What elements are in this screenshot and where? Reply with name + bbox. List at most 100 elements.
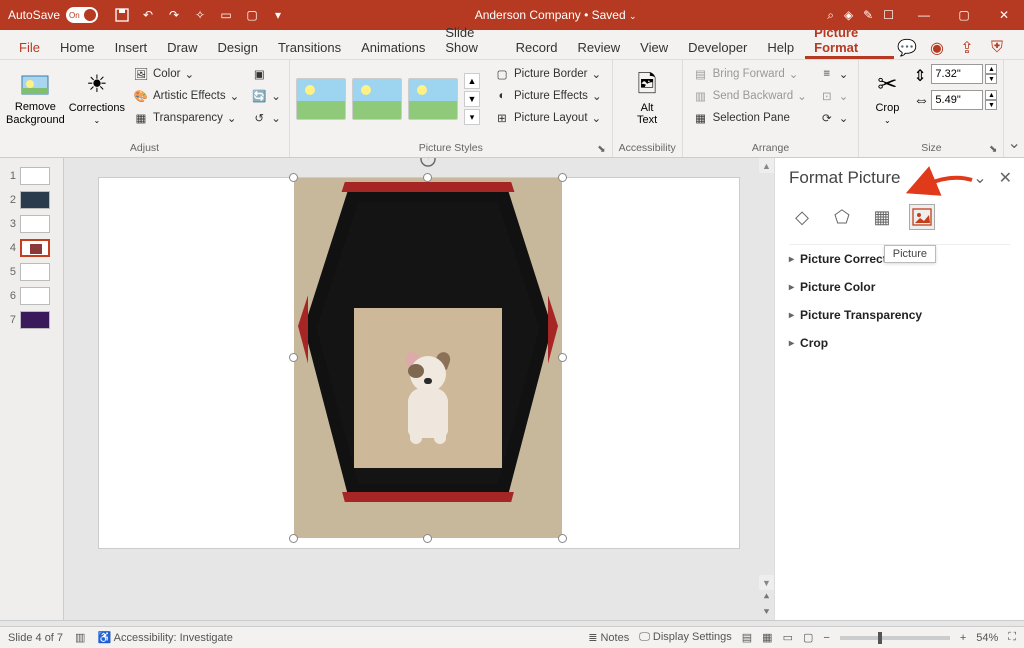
resize-handle[interactable]	[558, 173, 567, 182]
thumb-1[interactable]: 1	[0, 164, 63, 188]
group-button[interactable]: ⊡⌄	[815, 86, 853, 106]
style-thumb[interactable]	[352, 78, 402, 120]
redo-icon[interactable]: ↷	[166, 7, 182, 23]
thumb-6[interactable]: 6	[0, 284, 63, 308]
tab-home[interactable]: Home	[51, 34, 104, 59]
compress-pictures-button[interactable]: ▣	[247, 64, 285, 84]
tab-design[interactable]: Design	[209, 34, 267, 59]
section-crop[interactable]: ▸Crop	[789, 329, 1010, 357]
thumb-2[interactable]: 2	[0, 188, 63, 212]
resize-handle[interactable]	[558, 534, 567, 543]
vertical-scrollbar[interactable]: ▲ ▼ ⯅⯆	[759, 158, 774, 620]
width-down-icon[interactable]: ▼	[985, 100, 997, 110]
share-icon[interactable]: ⇪	[956, 37, 978, 59]
section-picture-transparency[interactable]: ▸Picture Transparency	[789, 301, 1010, 329]
undo-icon[interactable]: ↶	[140, 7, 156, 23]
autosave[interactable]: AutoSave On	[0, 7, 106, 23]
pane-options-icon[interactable]: ⌄	[973, 168, 986, 188]
tab-file[interactable]: File	[10, 34, 49, 59]
corrections-button[interactable]: ☀ Corrections ⌄	[69, 64, 125, 134]
height-down-icon[interactable]: ▼	[985, 74, 997, 84]
gallery-more-icon[interactable]: ▾	[464, 109, 480, 125]
pane-close-icon[interactable]: ✕	[999, 168, 1012, 188]
slideshow-view-icon[interactable]: ▢	[803, 631, 813, 644]
notes-button[interactable]: ≣ Notes	[588, 631, 629, 644]
height-up-icon[interactable]: ▲	[985, 64, 997, 74]
width-input[interactable]	[931, 90, 983, 110]
send-backward-button[interactable]: ▥Send Backward ⌄	[689, 86, 811, 106]
accessibility-status[interactable]: ♿ Accessibility: Investigate	[97, 631, 232, 644]
touch-mode-icon[interactable]: ✧	[192, 7, 208, 23]
crop-button[interactable]: ✂ Crop ⌄	[865, 64, 909, 134]
width-up-icon[interactable]: ▲	[985, 90, 997, 100]
present-online-icon[interactable]: ⛨	[986, 37, 1008, 59]
rotate-handle-icon[interactable]	[419, 158, 437, 168]
present-icon[interactable]: ▢	[244, 7, 260, 23]
gallery-down-icon[interactable]: ▼	[464, 91, 480, 107]
slide-canvas[interactable]: ▲ ▼ ⯅⯆	[64, 158, 774, 620]
section-picture-color[interactable]: ▸Picture Color	[789, 273, 1010, 301]
comments-icon[interactable]: 💬	[896, 37, 918, 59]
size-properties-tab-icon[interactable]: ▦	[869, 204, 895, 230]
sorter-view-icon[interactable]: ▦	[762, 631, 772, 644]
rotate-button[interactable]: ⟳⌄	[815, 108, 853, 128]
reset-picture-button[interactable]: ↺⌄	[247, 108, 285, 128]
tab-animations[interactable]: Animations	[352, 34, 434, 59]
autosave-toggle[interactable]: On	[66, 7, 98, 23]
minimize-button[interactable]: —	[904, 0, 944, 30]
tab-review[interactable]: Review	[569, 34, 630, 59]
picture-border-button[interactable]: ▢Picture Border ⌄	[490, 64, 606, 84]
bring-forward-button[interactable]: ▤Bring Forward ⌄	[689, 64, 811, 84]
style-thumb[interactable]	[408, 78, 458, 120]
fit-to-window-icon[interactable]: ⛶	[1008, 631, 1016, 644]
thumb-5[interactable]: 5	[0, 260, 63, 284]
save-icon[interactable]	[114, 7, 130, 23]
picture-effects-button[interactable]: ◐Picture Effects ⌄	[490, 86, 606, 106]
thumb-3[interactable]: 3	[0, 212, 63, 236]
scroll-down-icon[interactable]: ▼	[759, 575, 774, 590]
color-button[interactable]: 🖼Color ⌄	[129, 64, 243, 84]
resize-handle[interactable]	[423, 173, 432, 182]
tab-developer[interactable]: Developer	[679, 34, 756, 59]
tab-slideshow[interactable]: Slide Show	[436, 19, 504, 59]
slide-counter[interactable]: Slide 4 of 7	[8, 632, 63, 644]
picture-tab-icon[interactable]: Picture	[909, 204, 935, 230]
tab-insert[interactable]: Insert	[106, 34, 157, 59]
change-picture-button[interactable]: 🔄⌄	[247, 86, 285, 106]
tab-help[interactable]: Help	[758, 34, 803, 59]
selected-picture[interactable]	[294, 178, 562, 538]
resize-handle[interactable]	[289, 353, 298, 362]
style-thumb[interactable]	[296, 78, 346, 120]
thumb-7[interactable]: 7	[0, 308, 63, 332]
tab-record[interactable]: Record	[507, 34, 567, 59]
fill-line-tab-icon[interactable]: ◇	[789, 204, 815, 230]
next-slide-icon[interactable]: ⯆	[759, 605, 774, 620]
remove-background-button[interactable]: Remove Background	[6, 64, 65, 134]
maximize-button[interactable]: ▢	[944, 0, 984, 30]
tab-picture-format[interactable]: Picture Format	[805, 19, 894, 59]
zoom-level[interactable]: 54%	[976, 632, 998, 644]
reading-view-icon[interactable]: ▭	[783, 631, 793, 644]
collapse-ribbon-icon[interactable]: ⌄	[1008, 133, 1021, 153]
display-settings-button[interactable]: 🖵 Display Settings	[639, 631, 732, 644]
picture-styles-gallery[interactable]: ▲ ▼ ▾	[296, 64, 480, 134]
width-field[interactable]: ⇔ ▲▼	[913, 90, 997, 110]
selection-pane-button[interactable]: ▦Selection Pane	[689, 108, 811, 128]
resize-handle[interactable]	[423, 534, 432, 543]
zoom-in-icon[interactable]: +	[960, 632, 966, 644]
record-icon[interactable]: ◉	[926, 37, 948, 59]
language-icon[interactable]: ▥	[75, 631, 85, 644]
effects-tab-icon[interactable]: ⬠	[829, 204, 855, 230]
resize-handle[interactable]	[289, 173, 298, 182]
size-dialog-launcher-icon[interactable]: ⬊	[989, 144, 997, 155]
close-button[interactable]: ✕	[984, 0, 1024, 30]
resize-handle[interactable]	[558, 353, 567, 362]
transparency-button[interactable]: ▦Transparency ⌄	[129, 108, 243, 128]
height-field[interactable]: ⇕ ▲▼	[913, 64, 997, 84]
zoom-slider[interactable]	[840, 636, 950, 640]
zoom-out-icon[interactable]: −	[823, 632, 829, 644]
styles-dialog-launcher-icon[interactable]: ⬊	[597, 144, 605, 155]
prev-slide-icon[interactable]: ⯅	[759, 590, 774, 605]
document-title[interactable]: Anderson Company • Saved ⌄	[294, 8, 817, 22]
scroll-up-icon[interactable]: ▲	[759, 158, 774, 173]
